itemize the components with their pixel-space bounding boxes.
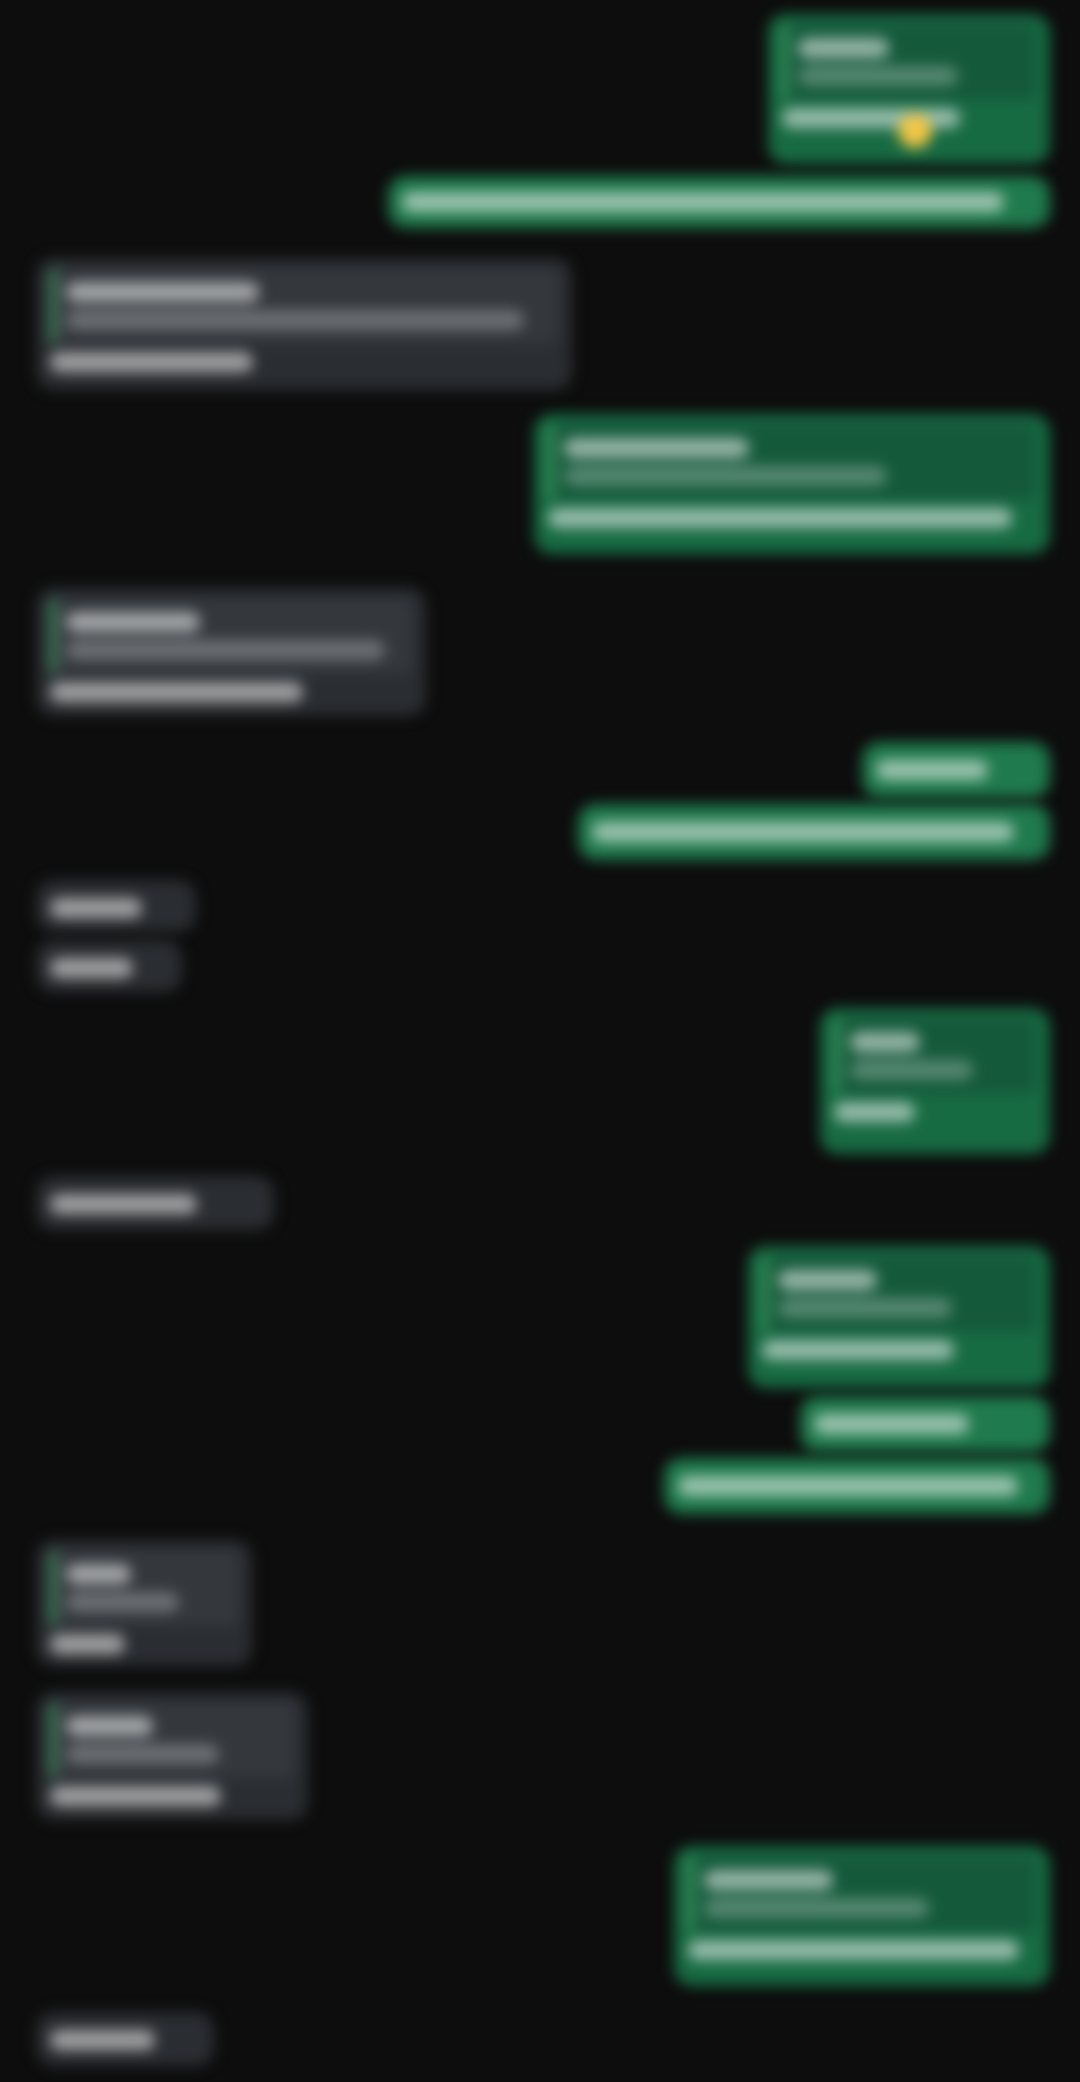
quote-text bbox=[66, 1592, 180, 1612]
message-bubble-incoming[interactable] bbox=[36, 1692, 308, 1820]
message-text bbox=[592, 822, 1014, 842]
quoted-message[interactable] bbox=[50, 1550, 238, 1626]
quote-text bbox=[778, 1298, 952, 1318]
message-text bbox=[50, 898, 143, 918]
message-bubble-outgoing[interactable] bbox=[862, 742, 1050, 798]
message-text bbox=[50, 682, 304, 702]
message-bubble-outgoing[interactable] bbox=[664, 1458, 1050, 1514]
quote-author bbox=[778, 1270, 878, 1290]
message-text bbox=[50, 352, 254, 372]
quote-author bbox=[704, 1870, 833, 1890]
quoted-message[interactable] bbox=[782, 24, 1036, 100]
quote-text bbox=[66, 640, 386, 660]
quoted-message[interactable] bbox=[50, 598, 412, 674]
quote-text bbox=[798, 66, 958, 86]
quoted-message[interactable] bbox=[50, 268, 558, 344]
message-text bbox=[50, 2030, 155, 2050]
message-bubble-outgoing[interactable] bbox=[768, 14, 1050, 164]
quote-text bbox=[704, 1898, 930, 1918]
quoted-message[interactable] bbox=[688, 1856, 1036, 1932]
message-text bbox=[50, 1634, 126, 1654]
quoted-message[interactable] bbox=[762, 1256, 1036, 1332]
quote-text bbox=[66, 1744, 219, 1764]
message-text bbox=[50, 1194, 197, 1214]
quote-author bbox=[850, 1032, 921, 1052]
message-text bbox=[762, 1340, 954, 1360]
message-text bbox=[876, 760, 988, 780]
message-bubble-incoming[interactable] bbox=[36, 258, 572, 390]
message-text bbox=[688, 1940, 1019, 1960]
message-text bbox=[50, 1786, 221, 1806]
message-text bbox=[548, 508, 1012, 528]
message-bubble-outgoing[interactable] bbox=[534, 414, 1050, 554]
quote-author bbox=[66, 282, 259, 302]
message-bubble-incoming[interactable] bbox=[36, 588, 426, 716]
message-bubble-outgoing[interactable] bbox=[748, 1246, 1050, 1388]
quoted-message[interactable] bbox=[834, 1018, 1036, 1094]
message-text bbox=[402, 192, 1005, 212]
quote-author bbox=[564, 438, 749, 458]
message-bubble-incoming[interactable] bbox=[36, 1540, 252, 1666]
message-bubble-outgoing[interactable] bbox=[674, 1846, 1050, 1986]
message-text bbox=[678, 1476, 1019, 1496]
message-bubble-incoming[interactable] bbox=[36, 880, 196, 932]
message-text bbox=[834, 1102, 915, 1122]
message-bubble-incoming[interactable] bbox=[36, 1176, 274, 1230]
message-bubble-outgoing[interactable] bbox=[578, 804, 1050, 860]
quote-author bbox=[66, 1564, 131, 1584]
message-text bbox=[50, 958, 133, 978]
quote-author bbox=[66, 612, 201, 632]
message-text bbox=[782, 108, 960, 128]
message-bubble-outgoing[interactable] bbox=[820, 1008, 1050, 1154]
message-bubble-outgoing[interactable] bbox=[800, 1396, 1050, 1452]
quote-text bbox=[564, 466, 888, 486]
message-bubble-incoming[interactable] bbox=[36, 2012, 214, 2066]
message-bubble-outgoing[interactable] bbox=[388, 176, 1050, 228]
emoji-icon bbox=[898, 114, 932, 148]
quoted-message[interactable] bbox=[548, 424, 1036, 500]
quote-text bbox=[850, 1060, 974, 1080]
quote-author bbox=[66, 1716, 154, 1736]
quote-author bbox=[798, 38, 890, 58]
message-text bbox=[814, 1414, 970, 1434]
chat-message-list[interactable] bbox=[0, 0, 1080, 2082]
quoted-message[interactable] bbox=[50, 1702, 294, 1778]
quote-text bbox=[66, 310, 524, 330]
message-bubble-incoming[interactable] bbox=[36, 940, 182, 992]
